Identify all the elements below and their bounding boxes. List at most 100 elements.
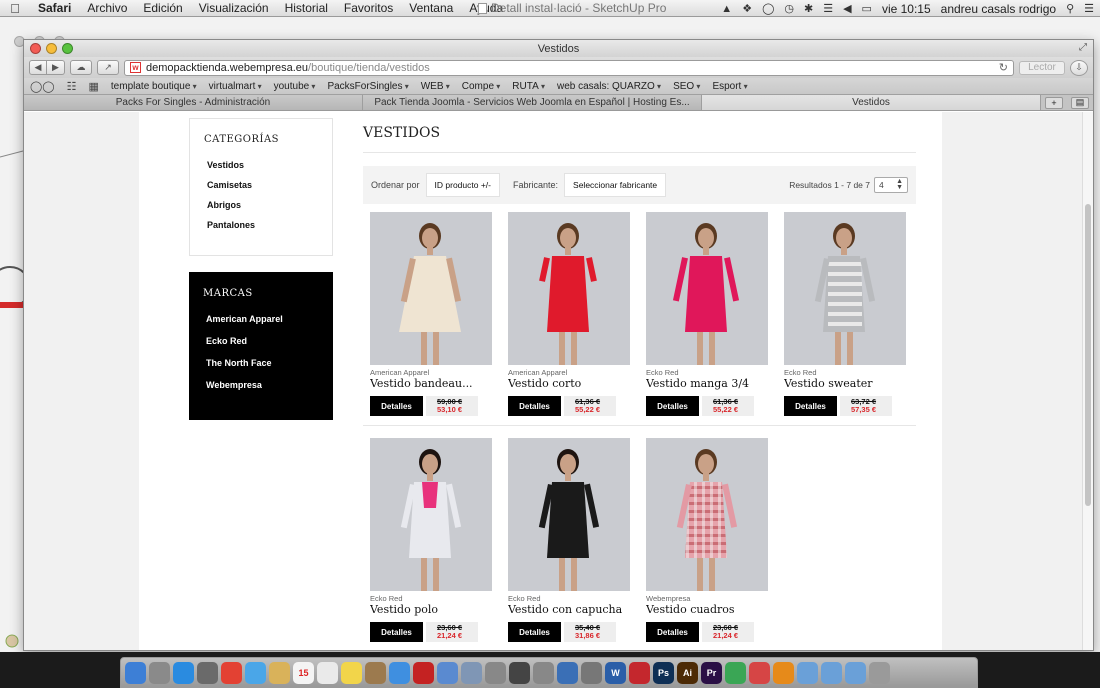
- forward-button[interactable]: ▶: [47, 60, 65, 75]
- sketchup-icon[interactable]: [749, 661, 770, 684]
- launchpad-icon[interactable]: [149, 661, 170, 684]
- system-prefs-icon[interactable]: [581, 661, 602, 684]
- battery-icon[interactable]: ▭: [862, 2, 872, 15]
- brand-link[interactable]: Ecko Red: [206, 336, 333, 346]
- product-name[interactable]: Vestido manga 3/4: [646, 377, 768, 390]
- back-button[interactable]: ◀: [29, 60, 47, 75]
- illustrator-icon[interactable]: Ai: [677, 661, 698, 684]
- clock[interactable]: vie 10:15: [882, 2, 931, 16]
- show-all-tabs-icon[interactable]: ▤: [1071, 96, 1089, 109]
- premiere-icon[interactable]: Pr: [701, 661, 722, 684]
- itunes-icon[interactable]: [389, 661, 410, 684]
- title-bar[interactable]: Vestidos ⤢: [24, 40, 1093, 57]
- product-image[interactable]: [508, 212, 630, 365]
- brand-link[interactable]: The North Face: [206, 358, 333, 368]
- calendar-icon[interactable]: 15: [293, 661, 314, 684]
- wifi-icon[interactable]: ☰: [823, 2, 833, 15]
- word-icon[interactable]: W: [605, 661, 626, 684]
- bookmark-youtube[interactable]: youtube: [274, 81, 316, 92]
- product-image[interactable]: [508, 438, 630, 591]
- details-button[interactable]: Detalles: [370, 396, 423, 416]
- iphoto-icon[interactable]: [437, 661, 458, 684]
- dashboard-icon[interactable]: [509, 661, 530, 684]
- details-button[interactable]: Detalles: [370, 622, 423, 642]
- downloads-icon[interactable]: ⇩: [1070, 59, 1088, 76]
- reader-button[interactable]: Lector: [1019, 60, 1065, 75]
- menu-favoritos[interactable]: Favoritos: [336, 1, 401, 15]
- volume-icon[interactable]: ◀: [843, 2, 851, 15]
- new-tab-icon[interactable]: +: [1045, 96, 1063, 109]
- product-image[interactable]: [646, 212, 768, 365]
- dropbox-icon[interactable]: ❖: [742, 2, 752, 15]
- product-name[interactable]: Vestido bandeau...: [370, 377, 492, 390]
- downloads-folder-icon[interactable]: [845, 661, 866, 684]
- product-image[interactable]: [646, 438, 768, 591]
- icloud-tabs-button[interactable]: ☁: [70, 60, 92, 75]
- bookmark-template-boutique[interactable]: template boutique: [111, 81, 197, 92]
- notification-list-icon[interactable]: ☰: [1084, 2, 1094, 15]
- bookmark-web[interactable]: WEB: [421, 81, 450, 92]
- details-button[interactable]: Detalles: [508, 622, 561, 642]
- tab-vestidos[interactable]: Vestidos: [702, 95, 1041, 110]
- bookmark-seo[interactable]: SEO: [673, 81, 700, 92]
- bookmark-virtualmart[interactable]: virtualmart: [209, 81, 262, 92]
- product-name[interactable]: Vestido sweater: [784, 377, 906, 390]
- details-button[interactable]: Detalles: [646, 396, 699, 416]
- manufacturer-dropdown[interactable]: Seleccionar fabricante: [564, 173, 667, 197]
- menu-archivo[interactable]: Archivo: [79, 1, 135, 15]
- category-link[interactable]: Pantalones: [207, 220, 332, 230]
- reading-list-icon[interactable]: ◯◯: [30, 80, 55, 93]
- menu-edicion[interactable]: Edición: [135, 1, 190, 15]
- bookmark-web-casals[interactable]: web casals: QUARZO: [557, 81, 661, 92]
- drive-app-icon[interactable]: [725, 661, 746, 684]
- drive-icon[interactable]: ▲: [721, 3, 732, 15]
- sort-dropdown[interactable]: ID producto +/-: [425, 173, 500, 197]
- app-store-icon[interactable]: [173, 661, 194, 684]
- bookmark-compe[interactable]: Compe: [462, 81, 501, 92]
- folder-icon[interactable]: [821, 661, 842, 684]
- finder-icon[interactable]: [125, 661, 146, 684]
- messages-icon[interactable]: [245, 661, 266, 684]
- product-image[interactable]: [370, 212, 492, 365]
- folder-icon[interactable]: [797, 661, 818, 684]
- photoshop-icon[interactable]: Ps: [653, 661, 674, 684]
- user-name[interactable]: andreu casals rodrigo: [941, 2, 1056, 16]
- per-page-select[interactable]: 4 ▲ ▼: [874, 177, 908, 193]
- disk-utility-icon[interactable]: [533, 661, 554, 684]
- bookmark-packsforsingles[interactable]: PacksForSingles: [327, 81, 408, 92]
- address-bar[interactable]: w demopacktienda.webempresa.eu/boutique/…: [124, 59, 1014, 76]
- menu-app-name[interactable]: Safari: [30, 1, 79, 15]
- product-image[interactable]: [370, 438, 492, 591]
- category-link[interactable]: Camisetas: [207, 180, 332, 190]
- menu-visualizacion[interactable]: Visualización: [191, 1, 277, 15]
- vlc-icon[interactable]: [773, 661, 794, 684]
- quicktime-icon[interactable]: [557, 661, 578, 684]
- vertical-scrollbar[interactable]: [1082, 112, 1093, 650]
- time-machine-icon[interactable]: ◷: [784, 2, 794, 15]
- bookmark-ruta[interactable]: RUTA: [512, 81, 545, 92]
- scrollbar-thumb[interactable]: [1085, 204, 1091, 506]
- fullscreen-icon[interactable]: ⤢: [1079, 42, 1087, 53]
- details-button[interactable]: Detalles: [784, 396, 837, 416]
- product-name[interactable]: Vestido corto: [508, 377, 630, 390]
- menu-historial[interactable]: Historial: [277, 1, 336, 15]
- category-link[interactable]: Abrigos: [207, 200, 332, 210]
- menu-ventana[interactable]: Ventana: [401, 1, 461, 15]
- trash-icon[interactable]: [869, 661, 890, 684]
- details-button[interactable]: Detalles: [508, 396, 561, 416]
- tab-packs-admin[interactable]: Packs For Singles - Administración: [24, 95, 363, 110]
- brand-link[interactable]: Webempresa: [206, 380, 333, 390]
- brand-link[interactable]: American Apparel: [206, 314, 333, 324]
- share-button[interactable]: ↗: [97, 60, 119, 75]
- top-sites-icon[interactable]: ▦: [89, 80, 99, 93]
- apple-icon[interactable]: : [0, 1, 30, 16]
- product-name[interactable]: Vestido cuadros: [646, 603, 768, 616]
- photo-booth-icon[interactable]: [413, 661, 434, 684]
- product-name[interactable]: Vestido polo: [370, 603, 492, 616]
- chat-icon[interactable]: ◯: [762, 2, 774, 15]
- preview-icon[interactable]: [461, 661, 482, 684]
- contacts-icon[interactable]: [365, 661, 386, 684]
- chrome-icon[interactable]: [221, 661, 242, 684]
- notes-icon[interactable]: [269, 661, 290, 684]
- tab-pack-tienda[interactable]: Pack Tienda Joomla - Servicios Web Jooml…: [363, 95, 702, 110]
